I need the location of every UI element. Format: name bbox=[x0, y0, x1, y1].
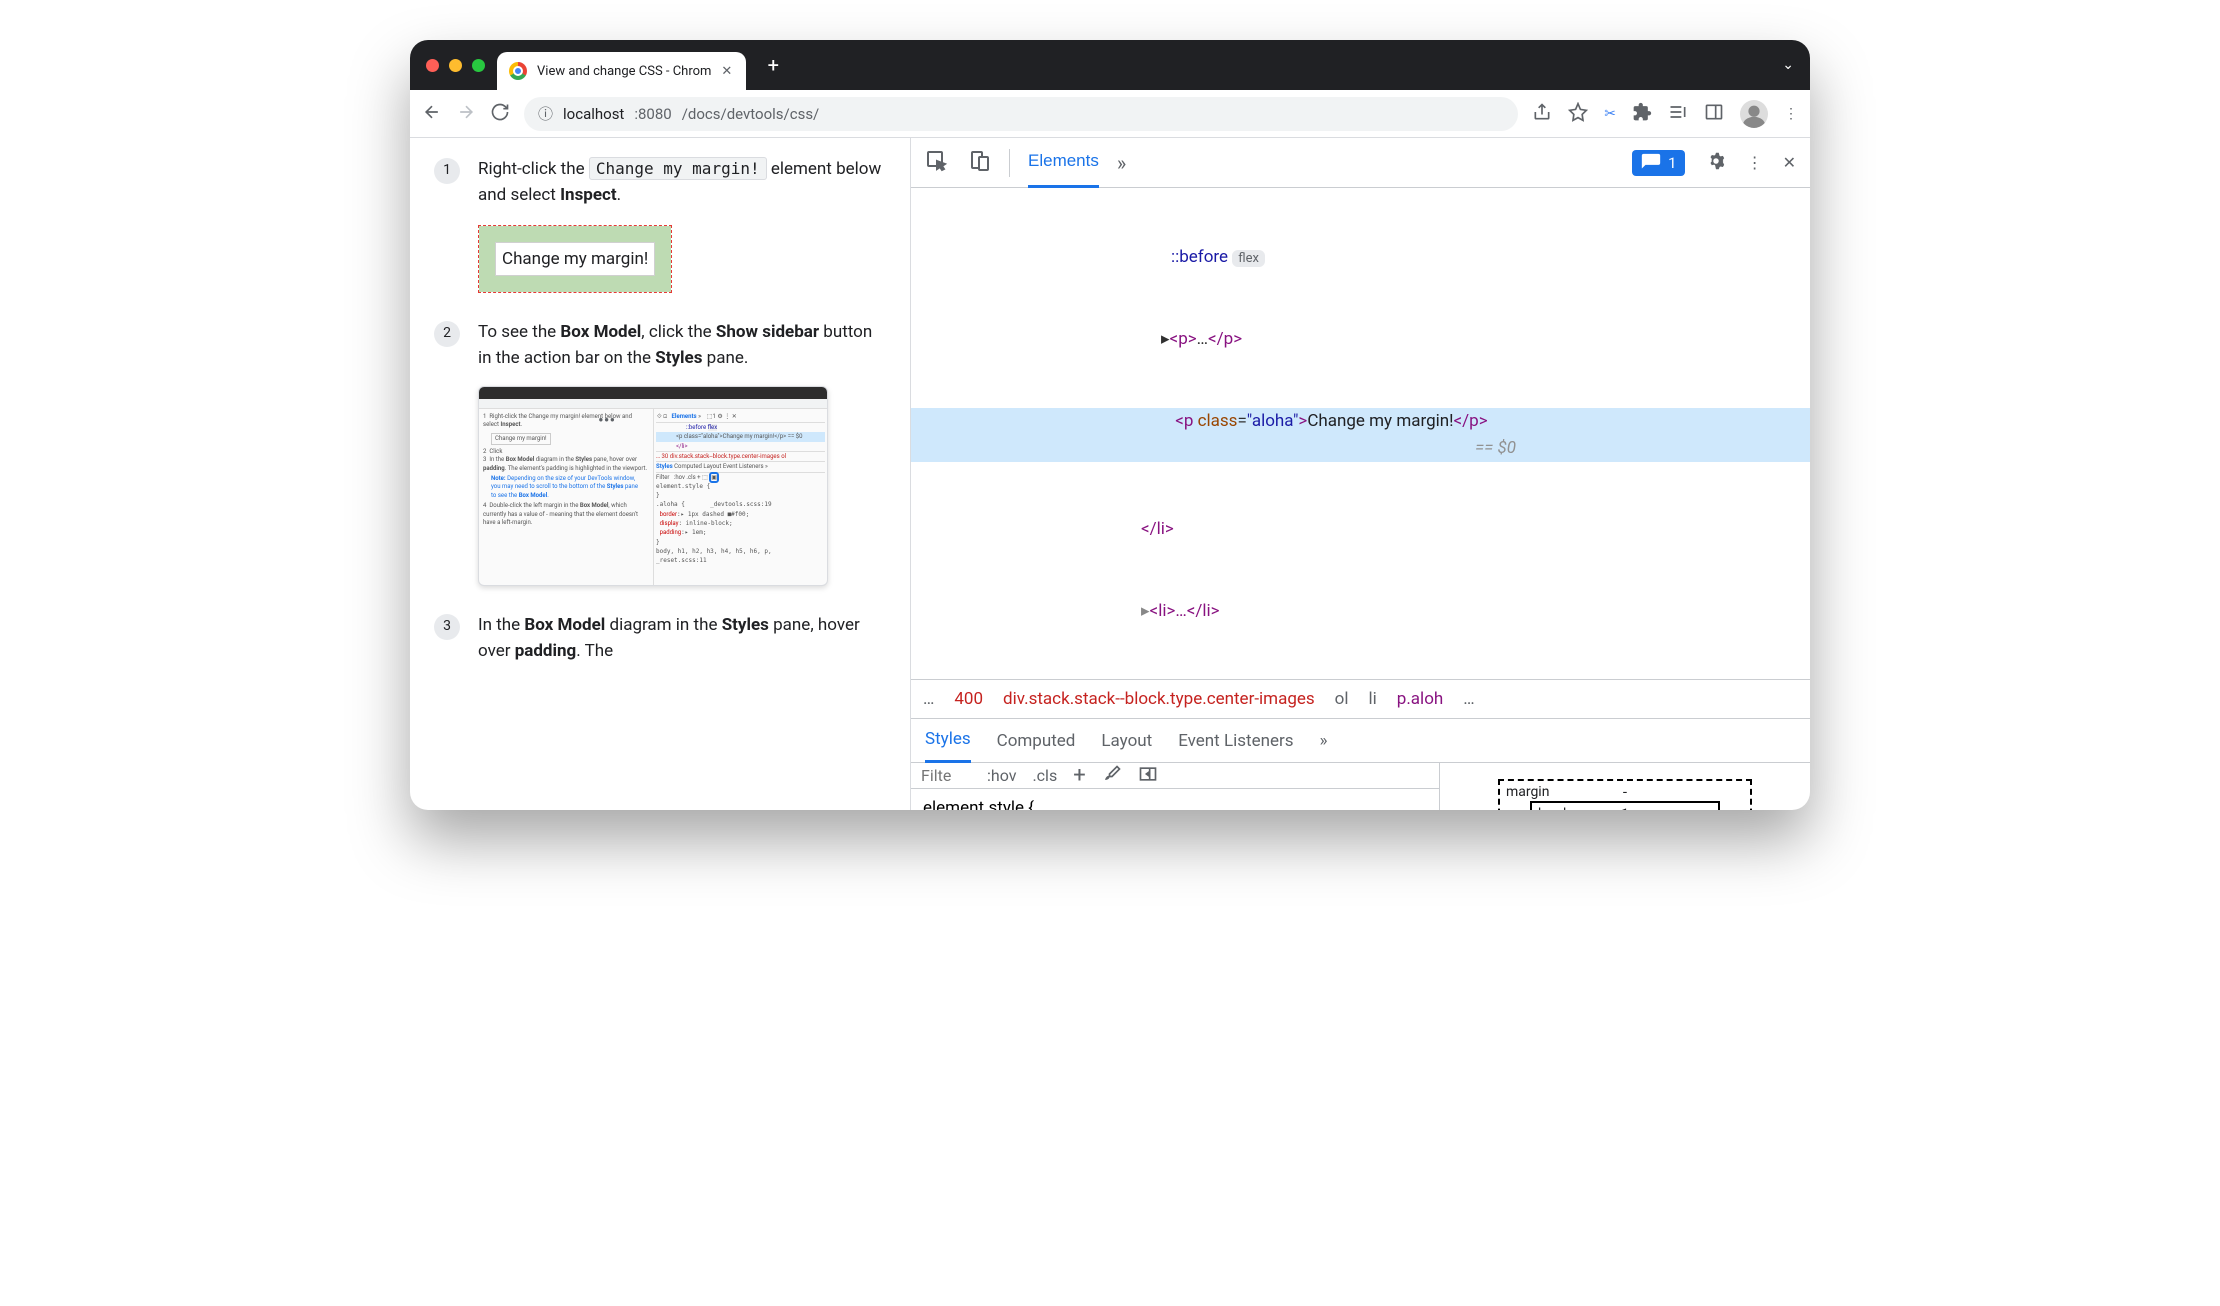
scissors-icon[interactable]: ✂ bbox=[1604, 106, 1616, 122]
extensions-icon[interactable] bbox=[1632, 102, 1652, 126]
step-3-text: In the Box Model diagram in the Styles p… bbox=[478, 612, 886, 665]
step-1-text: Right-click the Change my margin! elemen… bbox=[478, 156, 886, 209]
traffic-lights bbox=[426, 59, 485, 72]
menu-icon[interactable]: ⋮ bbox=[1784, 106, 1798, 122]
menu-icon[interactable]: ⋮ bbox=[1747, 153, 1763, 172]
step-1: 1 Right-click the Change my margin! elem… bbox=[434, 156, 886, 293]
dom-tree[interactable]: ::before flex ▸<p>…</p> <p class="aloha"… bbox=[911, 188, 1810, 679]
devtools-toolbar: Elements » 1 ⋮ ✕ bbox=[911, 138, 1810, 188]
share-icon[interactable] bbox=[1532, 102, 1552, 126]
tab-strip: View and change CSS - Chrom ✕ + ⌄ bbox=[410, 40, 1810, 90]
tab-styles[interactable]: Styles bbox=[925, 719, 971, 763]
url-path: /docs/devtools/css/ bbox=[682, 105, 820, 123]
device-icon[interactable] bbox=[967, 149, 991, 177]
css-rules[interactable]: element.style { } .aloha {_devtools.scss… bbox=[911, 789, 1439, 810]
close-icon[interactable]: ✕ bbox=[1783, 153, 1796, 172]
step-number: 1 bbox=[434, 158, 460, 184]
close-window-button[interactable] bbox=[426, 59, 439, 72]
styles-pane: :hov .cls + element.style { } .aloha {_d… bbox=[911, 763, 1440, 810]
reload-button[interactable] bbox=[490, 102, 510, 126]
content-area: 1 Right-click the Change my margin! elem… bbox=[410, 138, 1810, 810]
box-model-diagram[interactable]: margin ---- border 1111 padding 16161616… bbox=[1440, 763, 1810, 810]
issues-badge[interactable]: 1 bbox=[1632, 150, 1684, 176]
filter-input[interactable] bbox=[921, 766, 971, 785]
devtools-panel: Elements » 1 ⋮ ✕ ::before flex ▸<p>…</p>… bbox=[910, 138, 1810, 810]
url-field[interactable]: ⓘ localhost :8080/docs/devtools/css/ bbox=[524, 97, 1518, 131]
tab-event-listeners[interactable]: Event Listeners bbox=[1178, 731, 1293, 751]
demo-element-wrapper: Change my margin! bbox=[478, 225, 672, 293]
styles-tabs: Styles Computed Layout Event Listeners » bbox=[911, 719, 1810, 763]
step-2: 2 To see the Box Model, click the Show s… bbox=[434, 319, 886, 586]
new-tab-button[interactable]: + bbox=[758, 50, 788, 80]
back-button[interactable] bbox=[422, 102, 442, 126]
chevron-down-icon[interactable]: ⌄ bbox=[1782, 57, 1794, 73]
brush-icon[interactable] bbox=[1102, 764, 1122, 788]
browser-window: View and change CSS - Chrom ✕ + ⌄ ⓘ loca… bbox=[410, 40, 1810, 810]
sidebar-toggle-icon[interactable] bbox=[1138, 764, 1158, 788]
breadcrumb[interactable]: … 400 div.stack.stack--block.type.center… bbox=[911, 679, 1810, 719]
tab-layout[interactable]: Layout bbox=[1101, 731, 1152, 751]
close-tab-icon[interactable]: ✕ bbox=[721, 64, 732, 79]
minimize-window-button[interactable] bbox=[449, 59, 462, 72]
chrome-icon bbox=[509, 62, 527, 80]
step-number: 2 bbox=[434, 321, 460, 347]
more-tabs-icon[interactable]: » bbox=[1117, 151, 1126, 175]
side-panel-icon[interactable] bbox=[1704, 102, 1724, 126]
browser-tab[interactable]: View and change CSS - Chrom ✕ bbox=[497, 52, 746, 90]
info-icon[interactable]: ⓘ bbox=[538, 103, 553, 124]
tab-title: View and change CSS - Chrom bbox=[537, 64, 711, 79]
url-port: :8080 bbox=[634, 105, 671, 123]
url-host: localhost bbox=[563, 105, 624, 123]
step-3: 3 In the Box Model diagram in the Styles… bbox=[434, 612, 886, 665]
more-icon[interactable]: » bbox=[1320, 731, 1328, 751]
step-2-text: To see the Box Model, click the Show sid… bbox=[478, 319, 886, 372]
styles-filter-bar: :hov .cls + bbox=[911, 763, 1439, 789]
screenshot-thumbnail: 1 Right-click the Change my margin! elem… bbox=[478, 386, 828, 586]
cls-toggle[interactable]: .cls bbox=[1032, 766, 1057, 785]
dom-selected-node[interactable]: <p class="aloha">Change my margin!</p> =… bbox=[911, 408, 1810, 462]
plus-icon[interactable]: + bbox=[1073, 763, 1085, 788]
forward-button[interactable] bbox=[456, 102, 476, 126]
address-bar: ⓘ localhost :8080/docs/devtools/css/ ✂ ⋮ bbox=[410, 90, 1810, 138]
step-number: 3 bbox=[434, 614, 460, 640]
toolbar-right: ✂ ⋮ bbox=[1532, 100, 1798, 128]
hov-toggle[interactable]: :hov bbox=[987, 766, 1016, 785]
tab-elements[interactable]: Elements bbox=[1028, 138, 1099, 188]
inspect-icon[interactable] bbox=[925, 149, 949, 177]
reading-list-icon[interactable] bbox=[1668, 102, 1688, 126]
star-icon[interactable] bbox=[1568, 102, 1588, 126]
profile-avatar[interactable] bbox=[1740, 100, 1768, 128]
documentation-panel: 1 Right-click the Change my margin! elem… bbox=[410, 138, 910, 810]
demo-element[interactable]: Change my margin! bbox=[495, 242, 655, 276]
gear-icon[interactable] bbox=[1705, 150, 1727, 176]
tab-computed[interactable]: Computed bbox=[997, 731, 1076, 751]
code-inline: Change my margin! bbox=[589, 157, 767, 180]
maximize-window-button[interactable] bbox=[472, 59, 485, 72]
